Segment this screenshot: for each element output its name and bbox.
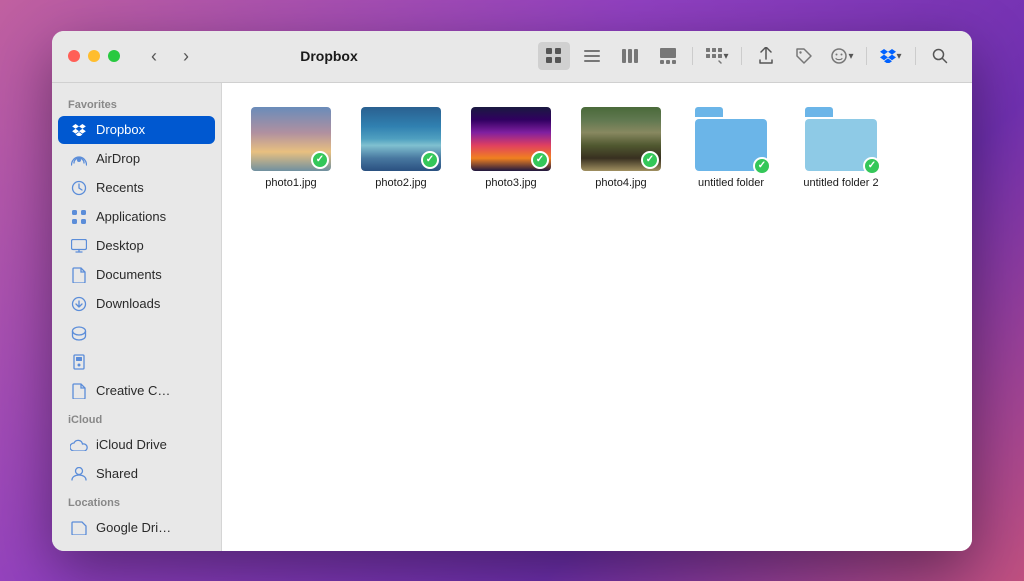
tag-button[interactable] bbox=[788, 42, 820, 70]
sidebar-item-airdrop[interactable]: AirDrop bbox=[58, 145, 215, 173]
photo1-thumb: ✓ bbox=[251, 107, 331, 171]
sidebar-item-drive2[interactable] bbox=[58, 348, 215, 376]
file-area: ✓ photo1.jpg ✓ photo2.jpg ✓ photo3.jpg bbox=[222, 83, 972, 551]
divider3 bbox=[866, 47, 867, 65]
drive1-icon bbox=[70, 324, 88, 342]
file-item-folder1[interactable]: ✓ untitled folder bbox=[686, 107, 776, 189]
divider1 bbox=[692, 47, 693, 65]
view-gallery-button[interactable] bbox=[652, 42, 684, 70]
photo2-checkmark: ✓ bbox=[421, 151, 439, 169]
drive2-icon bbox=[70, 353, 88, 371]
finder-window: ‹ › Dropbox bbox=[52, 31, 972, 551]
maximize-button[interactable] bbox=[108, 50, 120, 62]
file-item-folder2[interactable]: ✓ untitled folder 2 bbox=[796, 107, 886, 189]
share-button[interactable] bbox=[750, 42, 782, 70]
sidebar-item-dropbox[interactable]: Dropbox bbox=[58, 116, 215, 144]
photo2-name: photo2.jpg bbox=[375, 177, 426, 189]
photo4-checkmark: ✓ bbox=[641, 151, 659, 169]
airdrop-label: AirDrop bbox=[96, 151, 140, 166]
sidebar-item-downloads[interactable]: Downloads bbox=[58, 290, 215, 318]
minimize-button[interactable] bbox=[88, 50, 100, 62]
sidebar-item-applications[interactable]: Applications bbox=[58, 203, 215, 231]
emoji-button[interactable]: ▾ bbox=[826, 42, 858, 70]
sidebar-item-shared[interactable]: Shared bbox=[58, 460, 215, 488]
folder1-checkmark: ✓ bbox=[753, 157, 771, 175]
sidebar-item-google-drive[interactable]: Google Dri… bbox=[58, 514, 215, 542]
applications-label: Applications bbox=[96, 209, 166, 224]
photo2-thumb: ✓ bbox=[361, 107, 441, 171]
folder1-name: untitled folder bbox=[698, 177, 764, 189]
photo3-checkmark: ✓ bbox=[531, 151, 549, 169]
sidebar-item-recents[interactable]: Recents bbox=[58, 174, 215, 202]
view-grid-button[interactable] bbox=[538, 42, 570, 70]
applications-icon bbox=[70, 208, 88, 226]
folder2-checkmark: ✓ bbox=[863, 157, 881, 175]
documents-icon bbox=[70, 266, 88, 284]
favorites-label: Favorites bbox=[52, 91, 221, 115]
titlebar: ‹ › Dropbox bbox=[52, 31, 972, 83]
photo3-thumb: ✓ bbox=[471, 107, 551, 171]
sidebar-item-desktop[interactable]: Desktop bbox=[58, 232, 215, 260]
creative-icon bbox=[70, 382, 88, 400]
folder2-tab bbox=[805, 107, 833, 117]
locations-label: Locations bbox=[52, 489, 221, 513]
photo3-name: photo3.jpg bbox=[485, 177, 536, 189]
file-item-photo4[interactable]: ✓ photo4.jpg bbox=[576, 107, 666, 189]
divider2 bbox=[741, 47, 742, 65]
toolbar: ▾ ▾ bbox=[538, 42, 956, 70]
sidebar-item-drive1[interactable] bbox=[58, 319, 215, 347]
view-options-button[interactable]: ▾ bbox=[701, 42, 733, 70]
downloads-label: Downloads bbox=[96, 296, 160, 311]
recents-label: Recents bbox=[96, 180, 144, 195]
file-item-photo2[interactable]: ✓ photo2.jpg bbox=[356, 107, 446, 189]
folder1-icon-wrapper: ✓ bbox=[695, 107, 767, 171]
tags-section-label: Tags bbox=[52, 543, 221, 551]
search-button[interactable] bbox=[924, 42, 956, 70]
folder2-name: untitled folder 2 bbox=[803, 177, 878, 189]
sidebar-item-creative[interactable]: Creative C… bbox=[58, 377, 215, 405]
google-drive-label: Google Dri… bbox=[96, 520, 171, 535]
file-item-photo1[interactable]: ✓ photo1.jpg bbox=[246, 107, 336, 189]
window-title: Dropbox bbox=[132, 48, 526, 64]
downloads-icon bbox=[70, 295, 88, 313]
file-item-photo3[interactable]: ✓ photo3.jpg bbox=[466, 107, 556, 189]
close-button[interactable] bbox=[68, 50, 80, 62]
photo1-checkmark: ✓ bbox=[311, 151, 329, 169]
main-content: Favorites Dropbox AirDrop bbox=[52, 83, 972, 551]
desktop-label: Desktop bbox=[96, 238, 144, 253]
photo4-thumb: ✓ bbox=[581, 107, 661, 171]
dropbox-icon bbox=[70, 121, 88, 139]
dropbox-label: Dropbox bbox=[96, 122, 145, 137]
airdrop-icon bbox=[70, 150, 88, 168]
photo1-name: photo1.jpg bbox=[265, 177, 316, 189]
traffic-lights bbox=[68, 50, 120, 62]
divider4 bbox=[915, 47, 916, 65]
icloud-drive-label: iCloud Drive bbox=[96, 437, 167, 452]
view-list-button[interactable] bbox=[576, 42, 608, 70]
dropbox-button[interactable]: ▾ bbox=[875, 42, 907, 70]
google-drive-icon bbox=[70, 519, 88, 537]
shared-icon bbox=[70, 465, 88, 483]
photo4-name: photo4.jpg bbox=[595, 177, 646, 189]
creative-label: Creative C… bbox=[96, 383, 170, 398]
documents-label: Documents bbox=[96, 267, 162, 282]
recents-icon bbox=[70, 179, 88, 197]
sidebar-item-documents[interactable]: Documents bbox=[58, 261, 215, 289]
icloud-drive-icon bbox=[70, 436, 88, 454]
icloud-label: iCloud bbox=[52, 406, 221, 430]
folder1-tab bbox=[695, 107, 723, 117]
folder2-icon-wrapper: ✓ bbox=[805, 107, 877, 171]
sidebar: Favorites Dropbox AirDrop bbox=[52, 83, 222, 551]
view-columns-button[interactable] bbox=[614, 42, 646, 70]
shared-label: Shared bbox=[96, 466, 138, 481]
sidebar-item-icloud-drive[interactable]: iCloud Drive bbox=[58, 431, 215, 459]
desktop-icon bbox=[70, 237, 88, 255]
